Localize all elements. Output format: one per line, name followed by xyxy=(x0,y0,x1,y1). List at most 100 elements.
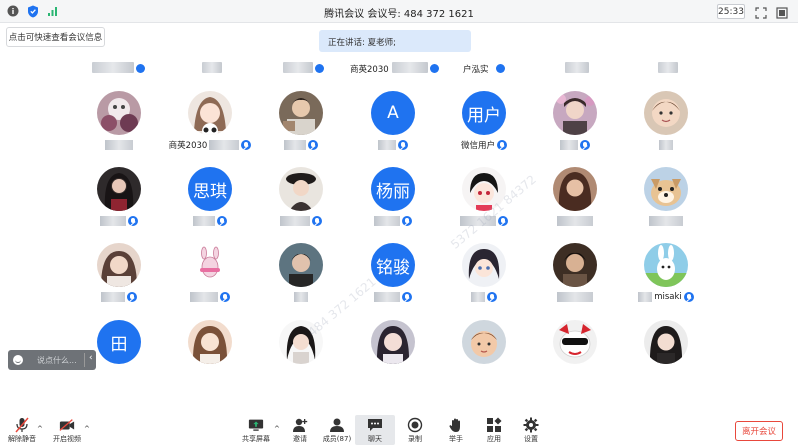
blurred-name xyxy=(565,62,589,73)
participant-tile[interactable] xyxy=(165,320,255,390)
avatar xyxy=(279,167,323,211)
fullscreen-icon[interactable] xyxy=(776,4,790,19)
expand-icon[interactable] xyxy=(755,4,769,19)
record-button[interactable]: 录制 xyxy=(395,415,435,445)
mic-off-icon xyxy=(136,64,145,73)
mic-muted-icon xyxy=(14,417,30,433)
participant-tile[interactable] xyxy=(530,91,620,161)
avatar xyxy=(644,243,688,287)
participant-tile[interactable] xyxy=(621,91,711,161)
raise-hand-button[interactable]: 举手 xyxy=(436,415,476,445)
apps-button[interactable]: 应用 xyxy=(474,415,514,445)
blurred-name xyxy=(658,62,678,73)
mic-off-icon xyxy=(497,140,507,150)
chevron-up-icon[interactable]: ^ xyxy=(274,425,280,433)
meeting-title: 腾讯会议 会议号: 484 372 1621 xyxy=(324,9,474,20)
mic-off-icon xyxy=(498,216,508,226)
settings-button[interactable]: 设置 xyxy=(511,415,551,445)
participant-tile[interactable] xyxy=(530,320,620,390)
emoji-icon[interactable] xyxy=(13,355,23,365)
participant-tile[interactable]: 商英2030 xyxy=(165,91,255,161)
blurred-name xyxy=(283,62,313,73)
participant-name: 微信用户 xyxy=(460,141,495,151)
avatar xyxy=(371,320,415,364)
chat-quick-input[interactable]: 说点什么... ‹ xyxy=(8,350,96,370)
avatar-letter: 杨丽 xyxy=(371,167,415,211)
avatar xyxy=(553,320,597,364)
participant-tile[interactable] xyxy=(439,167,529,237)
participant-tile[interactable] xyxy=(439,243,529,313)
raise-hand-label: 举手 xyxy=(449,435,463,443)
title-bar: 腾讯会议 会议号: 484 372 1621 25:33 xyxy=(0,0,798,23)
avatar xyxy=(279,91,323,135)
share-screen-button[interactable]: 共享屏幕 xyxy=(236,415,276,445)
share-screen-icon xyxy=(248,417,264,433)
participant-tile[interactable] xyxy=(256,167,346,237)
chevron-up-icon[interactable]: ^ xyxy=(84,425,90,433)
participant-name: 户泓实 xyxy=(463,65,489,75)
participant-tile[interactable] xyxy=(530,167,620,237)
participant-tile[interactable] xyxy=(439,320,529,390)
chat-icon xyxy=(367,417,383,433)
chat-placeholder: 说点什么... xyxy=(37,355,77,365)
avatar xyxy=(188,91,232,135)
start-video-button[interactable]: 开启视频 xyxy=(47,415,87,445)
record-icon xyxy=(407,417,423,433)
participant-tile[interactable]: misaki xyxy=(621,243,711,313)
avatar xyxy=(97,167,141,211)
mic-off-icon xyxy=(127,292,137,302)
participant-tile[interactable] xyxy=(348,320,438,390)
collapse-icon[interactable]: ‹ xyxy=(89,353,93,363)
participant-name: 商英2030 xyxy=(168,141,208,151)
avatar-letter: 铭骏 xyxy=(371,243,415,287)
avatar xyxy=(279,320,323,364)
avatar xyxy=(553,91,597,135)
meeting-info-button[interactable]: 点击可快速查看会议信息 xyxy=(6,27,105,47)
participant-tile[interactable] xyxy=(74,243,164,313)
settings-label: 设置 xyxy=(524,435,538,443)
avatar xyxy=(553,167,597,211)
participant-tile[interactable] xyxy=(530,243,620,313)
mic-off-icon xyxy=(217,216,227,226)
avatar xyxy=(188,243,232,287)
participant-tile[interactable] xyxy=(256,243,346,313)
participant-tile[interactable] xyxy=(256,320,346,390)
chevron-up-icon[interactable]: ^ xyxy=(37,425,43,433)
participant-tile[interactable]: 思琪 xyxy=(165,167,255,237)
leave-meeting-button[interactable]: 离开会议 xyxy=(735,421,783,441)
meeting-window: 腾讯会议 会议号: 484 372 1621 25:33 点击可快速查看会议信息… xyxy=(0,0,798,445)
participant-tile[interactable] xyxy=(165,243,255,313)
members-button[interactable]: 成员(87) xyxy=(317,415,357,445)
bottom-toolbar: 解除静音 ^ 开启视频 ^ 共享屏幕 ^ 邀请 成员(87) 聊天 录制 举手 … xyxy=(0,415,798,445)
mic-off-icon xyxy=(496,64,505,73)
participant-tile[interactable] xyxy=(256,91,346,161)
participant-tile[interactable] xyxy=(621,320,711,390)
members-label: 成员(87) xyxy=(322,435,352,443)
participant-tile[interactable]: 铭骏 xyxy=(348,243,438,313)
avatar xyxy=(644,167,688,211)
mic-off-icon xyxy=(220,292,230,302)
invite-icon xyxy=(292,417,308,433)
start-video-label: 开启视频 xyxy=(53,435,81,443)
participant-tile[interactable]: 用户 微信用户 xyxy=(439,91,529,161)
invite-button[interactable]: 邀请 xyxy=(280,415,320,445)
mic-off-icon xyxy=(683,292,694,302)
apps-label: 应用 xyxy=(487,435,501,443)
mic-off-icon xyxy=(402,292,412,302)
blurred-name xyxy=(202,62,222,73)
unmute-button[interactable]: 解除静音 xyxy=(2,415,42,445)
unmute-label: 解除静音 xyxy=(8,435,36,443)
participant-tile[interactable] xyxy=(74,91,164,161)
avatar xyxy=(644,320,688,364)
share-screen-label: 共享屏幕 xyxy=(242,435,270,443)
mic-off-icon xyxy=(128,216,138,226)
participant-name: 商英2030 xyxy=(350,65,389,75)
chat-button[interactable]: 聊天 xyxy=(355,415,395,445)
avatar xyxy=(279,243,323,287)
participant-tile[interactable]: 杨丽 xyxy=(348,167,438,237)
participant-tile[interactable] xyxy=(74,167,164,237)
mic-off-icon xyxy=(402,216,412,226)
participant-tile[interactable]: A xyxy=(348,91,438,161)
participant-tile[interactable] xyxy=(621,167,711,237)
avatar xyxy=(644,91,688,135)
